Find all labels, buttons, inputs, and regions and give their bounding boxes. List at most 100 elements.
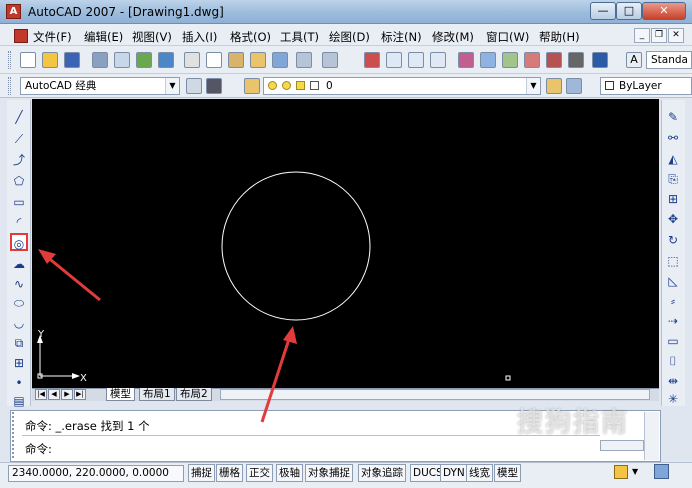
layer-combo[interactable]: 0 [263,77,541,95]
command-scrollbar[interactable] [644,412,659,460]
drawn-circle[interactable] [221,171,371,321]
print-icon[interactable] [92,52,108,68]
stretch-icon[interactable]: ◺ [664,272,682,290]
chevron-down-icon[interactable]: ▼ [526,78,540,94]
array-icon[interactable]: ⊞ [664,190,682,208]
layer-previous-icon[interactable] [566,78,582,94]
model-toggle[interactable]: 模型 [494,464,521,482]
lock-icon[interactable] [614,465,628,479]
pan-icon[interactable] [364,52,380,68]
menu-edit[interactable]: 编辑(E) [84,29,123,45]
drawing-area[interactable]: Y X [32,99,659,389]
maximize-button[interactable]: □ [616,2,642,20]
polar-toggle[interactable]: 极轴 [276,464,303,482]
erase-icon[interactable]: ✎ [664,108,682,126]
text-style-icon[interactable]: A [626,52,642,68]
doc-close-button[interactable]: ✕ [668,28,684,43]
design-center-icon[interactable] [480,52,496,68]
line-icon[interactable]: ╱ [10,108,28,126]
lineweight-toggle[interactable]: 线宽 [466,464,493,482]
doc-restore-button[interactable]: ❐ [651,28,667,43]
circle-icon[interactable]: ◎ [10,233,28,251]
make-block-icon[interactable]: ⊞ [10,354,28,372]
spline-icon[interactable]: ∿ [10,275,28,293]
command-window-grip[interactable] [12,412,20,458]
rectangle-icon[interactable]: ▭ [10,193,28,211]
workspace-settings-icon[interactable] [186,78,202,94]
close-button[interactable]: ✕ [642,2,686,20]
coordinates-display[interactable]: 2340.0000, 220.0000, 0.0000 [8,465,184,482]
mirror-icon[interactable]: ◭ [664,150,682,168]
copy-icon[interactable] [206,52,222,68]
offset-icon[interactable]: ⎘ [664,170,682,188]
point-icon[interactable]: • [10,374,28,392]
color-control-combo[interactable]: ByLayer [600,77,692,95]
paste-icon[interactable] [228,52,244,68]
toolbar-grip[interactable] [8,51,11,69]
zoom-previous-icon[interactable] [430,52,446,68]
scale-icon[interactable]: ⬚ [664,252,682,270]
polygon-icon[interactable]: ⬠ [10,172,28,190]
menu-help[interactable]: 帮助(H) [539,29,580,45]
otrack-toggle[interactable]: 对象追踪 [358,464,406,482]
cut-icon[interactable] [184,52,200,68]
markup-icon[interactable] [546,52,562,68]
save-icon[interactable] [64,52,80,68]
osnap-toggle[interactable]: 对象捕捉 [305,464,353,482]
undo-icon[interactable] [296,52,312,68]
menu-file[interactable]: 文件(F) [33,29,72,45]
clean-screen-icon[interactable] [654,464,669,479]
copy-object-icon[interactable]: ⚯ [664,129,682,147]
doc-minimize-button[interactable]: _ [634,28,650,43]
join-icon[interactable]: ⌷ [664,352,682,370]
trim-icon[interactable]: ⸗ [664,292,682,310]
menu-insert[interactable]: 插入(I) [182,29,217,45]
autocad-app-icon[interactable]: A [6,4,21,19]
calculator-icon[interactable] [568,52,584,68]
chevron-down-icon[interactable]: ▼ [165,78,179,94]
break-icon[interactable]: ▭ [664,332,682,350]
document-icon[interactable] [14,29,28,43]
workspace-combo[interactable]: AutoCAD 经典 [20,77,180,95]
publish-icon[interactable] [136,52,152,68]
tab-layout2[interactable]: 布局2 [176,388,212,401]
menu-draw[interactable]: 绘图(D) [329,29,370,45]
menu-tools[interactable]: 工具(T) [280,29,319,45]
new-icon[interactable] [20,52,36,68]
open-icon[interactable] [42,52,58,68]
help-icon[interactable] [592,52,608,68]
menu-dimension[interactable]: 标注(N) [381,29,422,45]
match-properties-icon[interactable] [250,52,266,68]
construction-line-icon[interactable]: ⟋ [10,130,28,148]
ellipse-icon[interactable]: ⬭ [10,294,28,312]
3d-dwf-icon[interactable] [158,52,174,68]
insert-block-icon[interactable]: ⧉ [10,334,28,352]
menu-format[interactable]: 格式(O) [230,29,271,45]
last-tab-icon[interactable]: ▶| [74,389,86,400]
hatch-icon[interactable]: ▤ [10,392,28,410]
first-tab-icon[interactable]: |◀ [35,389,47,400]
zoom-realtime-icon[interactable] [386,52,402,68]
revision-cloud-icon[interactable]: ☁ [10,255,28,273]
zoom-window-icon[interactable] [408,52,424,68]
layer-manager-icon[interactable] [244,78,260,94]
next-tab-icon[interactable]: ▶ [61,389,73,400]
rotate-icon[interactable]: ↻ [664,231,682,249]
arc-icon[interactable]: ◜ [10,213,28,231]
move-icon[interactable]: ✥ [664,210,682,228]
block-editor-icon[interactable] [272,52,288,68]
chamfer-icon[interactable]: ⇹ [664,372,682,390]
redo-icon[interactable] [322,52,338,68]
text-style-combo[interactable]: Standa [646,51,692,69]
snap-toggle[interactable]: 捕捉 [188,464,215,482]
dyn-toggle[interactable]: DYN [440,464,468,482]
sheet-set-icon[interactable] [524,52,540,68]
chevron-down-icon[interactable]: ▼ [632,467,642,477]
my-workspace-icon[interactable] [206,78,222,94]
plot-preview-icon[interactable] [114,52,130,68]
explode-icon[interactable]: ✳ [664,390,682,408]
properties-icon[interactable] [458,52,474,68]
polyline-icon[interactable]: ⤴ [10,151,28,169]
tool-palettes-icon[interactable] [502,52,518,68]
grid-toggle[interactable]: 栅格 [216,464,243,482]
